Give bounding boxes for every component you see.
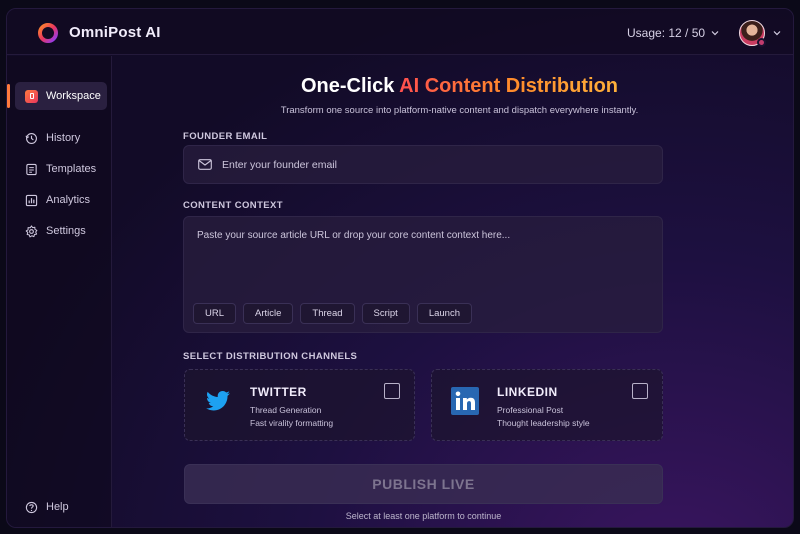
channel-card-linkedin[interactable]: LINKEDIN Professional Post Thought leade… (431, 369, 663, 441)
sidebar-item-templates[interactable]: Templates (15, 155, 107, 183)
channel-name: TWITTER (250, 385, 307, 399)
page-subtitle: Transform one source into platform-nativ… (280, 105, 639, 116)
workspace-icon (25, 89, 38, 103)
channel-feature: Thought leadership style (497, 418, 590, 428)
chip-launch[interactable]: Launch (416, 303, 472, 324)
page-title-plain: One-Click (300, 75, 400, 97)
page-title: One-Click AI Content Distribution (165, 75, 754, 98)
twitter-checkbox[interactable] (384, 383, 400, 399)
sidebar-item-label: Templates (46, 163, 97, 175)
channel-feature: Fast virality formatting (250, 418, 334, 428)
avatar[interactable] (739, 20, 766, 47)
analytics-icon (25, 194, 38, 206)
help-icon (25, 501, 38, 513)
channel-feature: Thread Generation (250, 405, 322, 415)
page-title-accent: AI Content Distribution (399, 75, 619, 97)
app-window: OmniPost AI Usage: 12 / 50 Workspace His… (6, 8, 794, 528)
sidebar-item-label: History (46, 132, 81, 144)
publish-hint: Select at least one platform to continue (345, 511, 502, 521)
channel-name: LINKEDIN (497, 385, 558, 399)
sidebar-item-workspace[interactable]: Workspace (7, 82, 107, 110)
chevron-down-icon (773, 31, 781, 36)
chip-script[interactable]: Script (361, 303, 410, 324)
sidebar-item-help[interactable]: Help (15, 493, 107, 521)
ring-logo-icon (38, 23, 58, 43)
email-field[interactable] (222, 158, 642, 171)
sidebar-item-settings[interactable]: Settings (15, 217, 107, 245)
chevron-down-icon (711, 31, 719, 36)
sidebar-item-history[interactable]: History (15, 124, 107, 152)
sidebar: Workspace History Templates Analytics Se… (7, 56, 112, 527)
top-bar: OmniPost AI Usage: 12 / 50 (7, 9, 793, 55)
context-type-chips: URL Article Thread Script Launch (193, 303, 472, 324)
sidebar-item-label: Settings (46, 225, 86, 237)
chip-thread[interactable]: Thread (300, 303, 355, 324)
chip-url[interactable]: URL (193, 303, 237, 324)
chip-article[interactable]: Article (243, 303, 294, 324)
sidebar-item-analytics[interactable]: Analytics (15, 186, 107, 214)
user-menu[interactable] (739, 20, 781, 47)
sidebar-item-label: Workspace (46, 90, 101, 102)
app-title: OmniPost AI (69, 24, 161, 41)
templates-icon (26, 163, 37, 175)
main-content: One-Click AI Content Distribution Transf… (113, 56, 793, 527)
email-label: FOUNDER EMAIL (183, 131, 268, 142)
sidebar-item-label: Help (46, 501, 69, 513)
mail-icon (198, 159, 212, 170)
email-field-container (183, 145, 663, 184)
linkedin-checkbox[interactable] (632, 383, 648, 399)
context-field-container: URL Article Thread Script Launch (183, 216, 663, 333)
context-field[interactable] (197, 230, 647, 290)
publish-button[interactable]: PUBLISH LIVE (184, 464, 663, 504)
channels-label: SELECT DISTRIBUTION CHANNELS (183, 351, 358, 362)
twitter-icon (206, 391, 230, 411)
linkedin-icon (451, 387, 479, 415)
history-icon (25, 132, 37, 144)
usage-dropdown[interactable]: Usage: 12 / 50 (627, 26, 719, 40)
usage-label: Usage: 12 / 50 (627, 26, 706, 40)
gear-icon (25, 224, 38, 237)
channel-card-twitter[interactable]: TWITTER Thread Generation Fast virality … (184, 369, 415, 441)
sidebar-item-label: Analytics (46, 194, 91, 206)
context-label: CONTENT CONTEXT (183, 200, 283, 211)
status-dot (757, 38, 766, 47)
channel-feature: Professional Post (497, 405, 564, 415)
